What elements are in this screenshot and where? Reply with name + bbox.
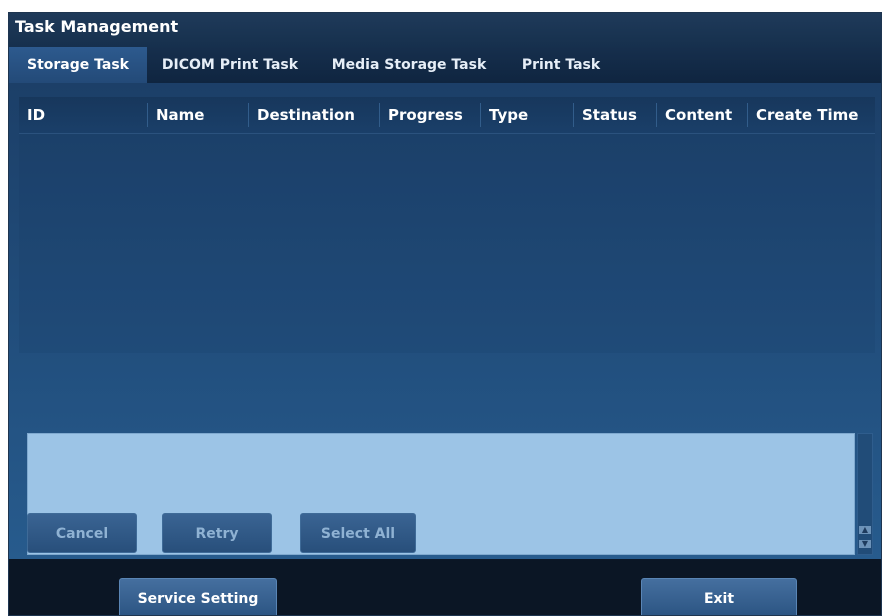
tab-storage-task[interactable]: Storage Task xyxy=(9,47,147,83)
tab-dicom-print-task-label: DICOM Print Task xyxy=(161,57,299,73)
task-management-window: Task Management Storage Task DICOM Print… xyxy=(8,12,882,616)
scroll-down-icon[interactable]: ▼ xyxy=(859,540,871,548)
col-status[interactable]: Status xyxy=(574,97,656,133)
tab-dicom-print-task[interactable]: DICOM Print Task xyxy=(149,47,311,83)
window-title: Task Management xyxy=(15,17,179,36)
exit-button[interactable]: Exit xyxy=(641,578,797,615)
footer-bar: Service Setting Exit xyxy=(9,559,881,615)
tab-print-task-label: Print Task xyxy=(521,57,601,73)
tab-media-storage-task-label: Media Storage Task xyxy=(331,57,487,73)
storage-task-panel: ID Name Destination Progress Type Status… xyxy=(9,83,881,559)
col-id[interactable]: ID xyxy=(19,97,147,133)
col-name[interactable]: Name xyxy=(148,97,248,133)
col-destination[interactable]: Destination xyxy=(249,97,379,133)
retry-button-label: Retry xyxy=(195,526,239,542)
tab-bar: Storage Task DICOM Print Task Media Stor… xyxy=(9,47,881,83)
select-all-button[interactable]: Select All xyxy=(300,513,416,553)
service-setting-button-label: Service Setting xyxy=(137,591,259,607)
tab-storage-task-label: Storage Task xyxy=(27,57,129,73)
col-content[interactable]: Content xyxy=(657,97,747,133)
col-type[interactable]: Type xyxy=(481,97,573,133)
cancel-button[interactable]: Cancel xyxy=(27,513,137,553)
scroll-up-icon[interactable]: ▲ xyxy=(859,526,871,534)
select-all-button-label: Select All xyxy=(320,526,396,542)
exit-button-label: Exit xyxy=(703,591,735,607)
col-create-time[interactable]: Create Time xyxy=(748,97,875,133)
task-table-header: ID Name Destination Progress Type Status… xyxy=(19,97,875,134)
col-progress[interactable]: Progress xyxy=(380,97,480,133)
cancel-button-label: Cancel xyxy=(55,526,109,542)
task-table-body[interactable] xyxy=(19,133,875,353)
top-strip xyxy=(0,0,890,6)
tab-print-task[interactable]: Print Task xyxy=(507,47,615,83)
task-detail-box[interactable] xyxy=(27,433,855,555)
title-bar: Task Management xyxy=(9,13,881,48)
service-setting-button[interactable]: Service Setting xyxy=(119,578,277,615)
tab-media-storage-task[interactable]: Media Storage Task xyxy=(315,47,503,83)
retry-button[interactable]: Retry xyxy=(162,513,272,553)
detail-scrollbar[interactable]: ▲ ▼ xyxy=(857,433,873,555)
